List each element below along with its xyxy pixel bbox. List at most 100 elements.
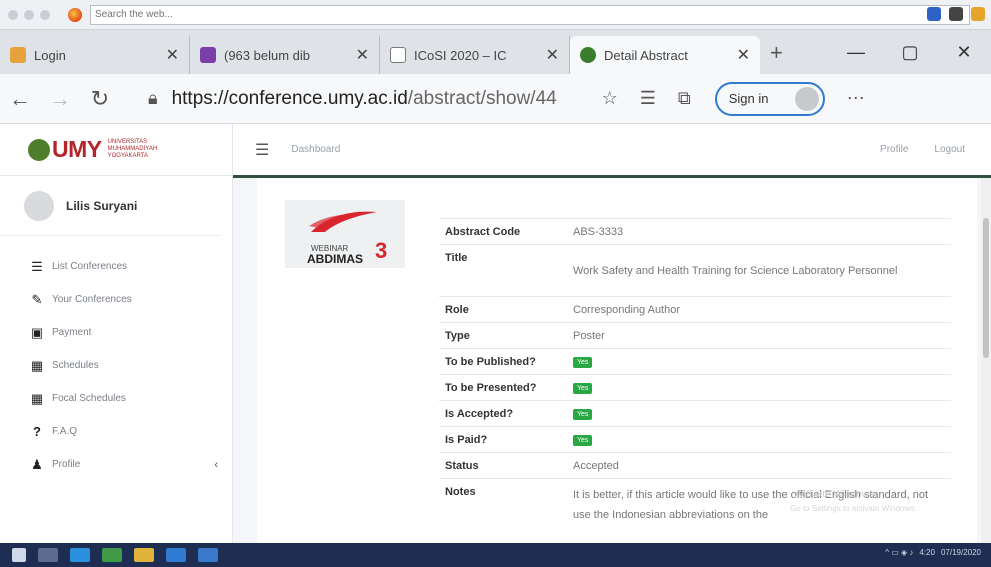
refresh-icon[interactable] (971, 7, 985, 21)
sidebar: UMY UNIVERSITAS MUHAMMADIYAH YOGYAKARTA … (0, 124, 233, 543)
close-window-icon[interactable]: ✕ (937, 42, 991, 63)
user-name: Lilis Suryani (66, 198, 138, 213)
header-links: Profile Logout (880, 144, 965, 155)
favorite-star-icon[interactable]: ☆ (602, 88, 618, 109)
lock-icon[interactable] (949, 7, 963, 21)
start-icon[interactable] (12, 548, 26, 562)
favorites-list-icon[interactable]: ☰ (640, 88, 656, 109)
close-tab-icon[interactable]: ✕ (546, 45, 559, 65)
sidebar-item-label: List Conferences (52, 261, 128, 272)
tray-icons[interactable]: ^ ▭ ◈ ♪ (885, 548, 913, 557)
maximize-icon[interactable]: ▢ (883, 42, 937, 63)
new-tab-icon[interactable]: + (770, 40, 783, 66)
login-favicon-icon (10, 47, 26, 63)
tab-label: ICoSI 2020 – IC (414, 47, 507, 63)
facebook-icon[interactable] (927, 7, 941, 21)
sidebar-item-label: Profile (52, 459, 81, 470)
scrollbar-thumb[interactable] (983, 218, 989, 358)
tab-mail[interactable]: (963 belum dib ✕ (190, 36, 380, 74)
table-row: To be Presented? Yes (439, 374, 951, 401)
field-value: Yes (567, 348, 951, 375)
mail-icon[interactable] (166, 548, 186, 562)
sidebar-item-list-conferences[interactable]: ☰ List Conferences (0, 250, 232, 283)
url-path: /abstract/show/44 (407, 87, 557, 109)
logout-link[interactable]: Logout (934, 144, 965, 155)
sidebar-item-label: Payment (52, 327, 92, 338)
status-badge: Yes (573, 435, 593, 446)
field-label: Is Accepted? (439, 400, 567, 427)
status-badge: Yes (573, 357, 593, 368)
url-field[interactable]: https://conference.umy.ac.id/abstract/sh… (172, 88, 592, 110)
tab-bar: Login ✕ (963 belum dib ✕ ICoSI 2020 – IC… (0, 30, 991, 74)
back-icon[interactable]: ← (0, 86, 40, 112)
document-favicon-icon (390, 47, 406, 63)
field-label: To be Published? (439, 348, 567, 375)
logo-abdimas-text: ABDIMAS (307, 252, 363, 266)
refresh-icon[interactable]: ↻ (80, 86, 120, 112)
sidebar-item-profile[interactable]: ♟ Profile ‹ (0, 448, 232, 481)
hamburger-menu-icon[interactable]: ☰ (255, 140, 269, 160)
pencil-icon: ✎ (31, 291, 43, 307)
close-tab-icon[interactable]: ✕ (737, 45, 750, 65)
calendar-icon: ▦ (30, 390, 44, 406)
calendar-icon: ▦ (30, 357, 44, 373)
address-bar-icons: ☆ ☰ ⧉ (602, 88, 691, 109)
sidebar-item-schedules[interactable]: ▦ Schedules (0, 349, 232, 382)
page-scrollbar[interactable] (981, 178, 991, 543)
tab-login[interactable]: Login ✕ (0, 36, 190, 74)
field-label: Is Paid? (439, 426, 567, 453)
legacy-home-icon[interactable] (40, 9, 50, 20)
user-panel[interactable]: Lilis Suryani (0, 176, 220, 236)
app-container: UMY UNIVERSITAS MUHAMMADIYAH YOGYAKARTA … (0, 124, 991, 543)
sidebar-item-payment[interactable]: ▣ Payment (0, 316, 232, 349)
search-engine-icon[interactable] (68, 7, 82, 22)
brand-tagline: UNIVERSITAS MUHAMMADIYAH YOGYAKARTA (107, 139, 158, 159)
field-value: Work Safety and Health Training for Scie… (567, 244, 951, 297)
close-tab-icon[interactable]: ✕ (356, 45, 369, 65)
more-options-icon[interactable]: ⋯ (847, 88, 865, 109)
breadcrumb[interactable]: Dashboard (291, 144, 340, 155)
store-icon[interactable] (198, 548, 218, 562)
money-icon: ▣ (30, 324, 44, 340)
task-view-icon[interactable] (38, 548, 58, 562)
close-tab-icon[interactable]: ✕ (166, 45, 179, 65)
sidebar-item-your-conferences[interactable]: ✎ Your Conferences (0, 283, 232, 316)
chevron-left-icon[interactable]: ‹ (214, 459, 218, 471)
url-domain: https://conference.umy.ac.id (171, 87, 408, 109)
brand-name: UMY (52, 136, 102, 162)
minimize-icon[interactable]: — (829, 42, 883, 63)
edge-browser-icon[interactable] (70, 548, 90, 562)
sign-in-label: Sign in (728, 91, 769, 106)
field-value: Accepted (567, 452, 951, 479)
sidebar-item-faq[interactable]: ? F.A.Q (0, 415, 232, 448)
legacy-forward-icon[interactable] (24, 9, 34, 20)
sidebar-item-focal-schedules[interactable]: ▦ Focal Schedules (0, 382, 232, 415)
top-header: ☰ Dashboard Profile Logout (233, 124, 991, 178)
field-label: Notes (439, 478, 567, 531)
sign-in-button[interactable]: Sign in (714, 81, 825, 116)
sidebar-item-label: Focal Schedules (52, 393, 126, 404)
web-search-input[interactable] (90, 4, 970, 25)
tab-detail-abstract[interactable]: Detail Abstract ✕ (570, 36, 760, 74)
activate-windows-watermark: Activate Windows (795, 489, 874, 500)
profile-link[interactable]: Profile (880, 144, 908, 155)
table-row: Role Corresponding Author (439, 296, 951, 323)
sidebar-item-label: Your Conferences (52, 294, 132, 305)
tab-icosi[interactable]: ICoSI 2020 – IC ✕ (380, 36, 570, 74)
app-icon[interactable] (102, 548, 122, 562)
sidebar-item-label: Schedules (52, 360, 99, 371)
field-label: Title (439, 244, 567, 297)
status-badge: Yes (573, 383, 593, 394)
field-value: Corresponding Author (567, 296, 951, 323)
file-explorer-icon[interactable] (134, 548, 154, 562)
tab-label: (963 belum dib (224, 47, 310, 63)
clock-time[interactable]: 4:20 (919, 548, 935, 557)
table-row: Is Paid? Yes (439, 426, 951, 453)
lock-icon[interactable]: 🔒︎ (148, 88, 158, 109)
legacy-back-icon[interactable] (8, 9, 18, 20)
field-label: Status (439, 452, 567, 479)
brand-logo[interactable]: UMY UNIVERSITAS MUHAMMADIYAH YOGYAKARTA (0, 124, 232, 176)
clock-date[interactable]: 07/19/2020 (941, 548, 981, 557)
collections-icon[interactable]: ⧉ (678, 88, 691, 109)
forward-icon[interactable]: → (40, 86, 80, 112)
